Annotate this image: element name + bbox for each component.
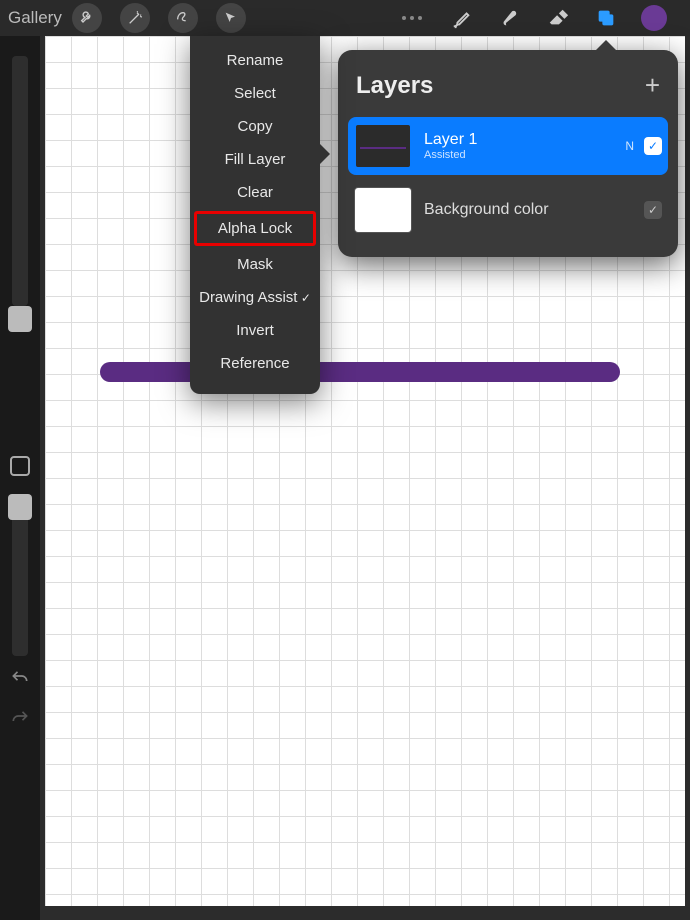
menu-pointer: [320, 144, 330, 164]
menu-select[interactable]: Select: [190, 77, 320, 110]
menu-clear[interactable]: Clear: [190, 176, 320, 209]
brush-size-slider[interactable]: [12, 56, 28, 306]
menu-fill-layer[interactable]: Fill Layer: [190, 143, 320, 176]
menu-invert[interactable]: Invert: [190, 314, 320, 347]
opacity-slider[interactable]: [12, 496, 28, 656]
menu-copy[interactable]: Copy: [190, 110, 320, 143]
menu-reference[interactable]: Reference: [190, 347, 320, 380]
cursor-icon[interactable]: [216, 3, 246, 33]
gallery-button[interactable]: Gallery: [8, 8, 62, 28]
wrench-icon[interactable]: [72, 3, 102, 33]
layer-visibility-checkbox[interactable]: ✓: [644, 137, 662, 155]
smudge-icon[interactable]: [490, 0, 530, 36]
menu-alpha-lock[interactable]: Alpha Lock: [194, 211, 316, 246]
blend-mode-label[interactable]: N: [625, 139, 634, 153]
layer-context-menu: Rename Select Copy Fill Layer Clear Alph…: [190, 36, 320, 394]
eraser-icon[interactable]: [538, 0, 578, 36]
selection-icon[interactable]: [168, 3, 198, 33]
modify-button[interactable]: [10, 456, 30, 476]
layer-row-background[interactable]: Background color ✓: [348, 181, 668, 239]
add-layer-button[interactable]: +: [645, 70, 660, 101]
layers-title: Layers: [356, 72, 433, 100]
layer-name: Layer 1: [424, 131, 625, 149]
brush-icon[interactable]: [442, 0, 482, 36]
panel-pointer: [596, 40, 616, 50]
layer-thumbnail: [354, 123, 412, 169]
menu-mask[interactable]: Mask: [190, 248, 320, 281]
redo-icon[interactable]: [8, 706, 32, 726]
menu-drawing-assist[interactable]: Drawing Assist: [190, 281, 320, 314]
undo-icon[interactable]: [8, 666, 32, 686]
background-layer-name: Background color: [424, 201, 644, 219]
background-visibility-checkbox[interactable]: ✓: [644, 201, 662, 219]
wand-icon[interactable]: [120, 3, 150, 33]
layer-row-1[interactable]: Layer 1 Assisted N ✓: [348, 117, 668, 175]
brush-size-thumb[interactable]: [8, 306, 32, 332]
drawn-stroke: [100, 362, 620, 382]
opacity-thumb[interactable]: [8, 494, 32, 520]
top-toolbar: Gallery: [0, 0, 690, 36]
background-thumbnail: [354, 187, 412, 233]
left-sidebar: [0, 36, 40, 920]
current-color-swatch: [641, 5, 667, 31]
layer-subtitle: Assisted: [424, 149, 625, 161]
layers-panel: Layers + Layer 1 Assisted N ✓ Background…: [338, 50, 678, 257]
more-icon[interactable]: [402, 16, 422, 20]
layers-icon[interactable]: [586, 0, 626, 36]
color-button[interactable]: [634, 0, 674, 36]
menu-rename[interactable]: Rename: [190, 44, 320, 77]
